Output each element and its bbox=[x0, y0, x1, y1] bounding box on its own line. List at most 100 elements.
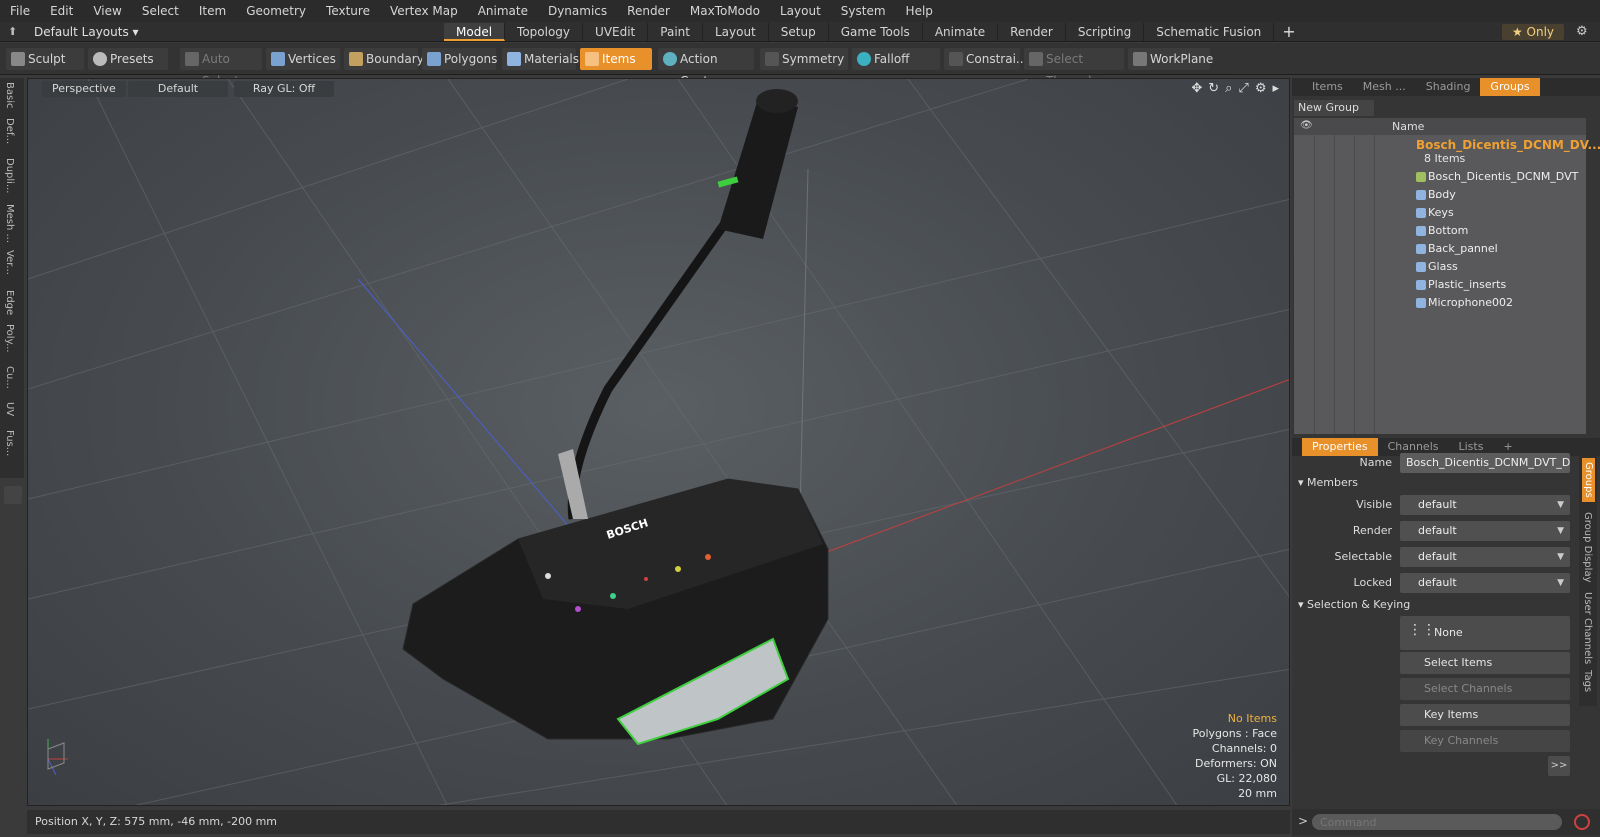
left-tab-basic[interactable]: Basic bbox=[4, 82, 15, 108]
select-items-button[interactable]: Select Items bbox=[1400, 652, 1570, 674]
layout-preset-dropdown[interactable]: Default Layouts ▾ bbox=[34, 24, 139, 40]
menu-animate[interactable]: Animate bbox=[468, 0, 538, 22]
menu-view[interactable]: View bbox=[83, 0, 131, 22]
select-through-button[interactable]: Select Through bbox=[1024, 48, 1124, 88]
move-view-icon[interactable]: ✥ bbox=[1191, 81, 1202, 96]
visible-dropdown[interactable]: default ▼ bbox=[1400, 495, 1570, 515]
record-icon[interactable] bbox=[1574, 814, 1590, 830]
tree-item[interactable]: Keys bbox=[1294, 204, 1586, 222]
symmetry-button[interactable]: Symmetry bbox=[760, 48, 848, 70]
key-items-button[interactable]: Key Items bbox=[1400, 704, 1570, 726]
left-tab-mesh[interactable]: Mesh ... bbox=[4, 204, 15, 243]
select-channels-button[interactable]: Select Channels bbox=[1400, 678, 1570, 700]
workplane-button[interactable]: WorkPlane bbox=[1128, 48, 1213, 70]
boundary-button[interactable]: Boundary bbox=[344, 48, 424, 70]
shading-dropdown[interactable]: Default bbox=[128, 81, 228, 97]
menu-edit[interactable]: Edit bbox=[40, 0, 83, 22]
tree-item[interactable]: Body bbox=[1294, 186, 1586, 204]
tab-topology[interactable]: Topology bbox=[505, 23, 584, 41]
tree-item[interactable]: Bosch_Dicentis_DCNM_DVT ... bbox=[1294, 168, 1586, 201]
side-tab-user-channels[interactable]: User Channels bbox=[1582, 592, 1593, 664]
action-center-button[interactable]: Action Center bbox=[658, 48, 754, 88]
left-tab-vertex[interactable]: Ver... bbox=[4, 250, 15, 275]
polygons-button[interactable]: Polygons bbox=[422, 48, 497, 70]
side-tab-tags[interactable]: Tags bbox=[1582, 670, 1593, 692]
menu-texture[interactable]: Texture bbox=[316, 0, 380, 22]
left-panel-toggle[interactable] bbox=[4, 486, 22, 504]
left-tab-polygon[interactable]: Poly... bbox=[4, 324, 15, 353]
side-tab-group-display[interactable]: Group Display bbox=[1582, 512, 1593, 582]
tree-item[interactable]: Back_pannel bbox=[1294, 240, 1586, 258]
home-icon[interactable]: ⬆ bbox=[8, 25, 22, 39]
new-group-button[interactable]: New Group bbox=[1294, 100, 1374, 116]
tree-item[interactable]: Plastic_inserts bbox=[1294, 276, 1586, 294]
selectable-dropdown[interactable]: default ▼ bbox=[1400, 547, 1570, 567]
menu-help[interactable]: Help bbox=[896, 0, 943, 22]
locked-dropdown[interactable]: default ▼ bbox=[1400, 573, 1570, 593]
menu-file[interactable]: File bbox=[0, 0, 40, 22]
tab-paint[interactable]: Paint bbox=[648, 23, 703, 41]
viewport-more-icon[interactable]: ▸ bbox=[1272, 81, 1279, 96]
only-button[interactable]: ★ Only bbox=[1502, 24, 1564, 40]
items-button[interactable]: Items bbox=[580, 48, 652, 70]
side-tab-groups[interactable]: Groups bbox=[1582, 458, 1595, 502]
menu-item[interactable]: Item bbox=[189, 0, 236, 22]
tab-uvedit[interactable]: UVEdit bbox=[583, 23, 649, 41]
left-tab-duplicate[interactable]: Dupli... bbox=[4, 158, 15, 193]
menu-render[interactable]: Render bbox=[617, 0, 680, 22]
tab-groups[interactable]: Groups bbox=[1480, 78, 1540, 96]
left-tab-fusion[interactable]: Fus... bbox=[4, 430, 15, 456]
constraints-button[interactable]: Constrai... bbox=[944, 48, 1027, 70]
visibility-icon[interactable]: 👁 bbox=[1300, 120, 1313, 131]
tab-layout[interactable]: Layout bbox=[703, 23, 769, 41]
left-tab-deform[interactable]: Def... bbox=[4, 118, 15, 144]
left-tab-uv[interactable]: UV bbox=[4, 402, 15, 416]
none-selection-button[interactable]: ⋮⋮ None bbox=[1400, 616, 1570, 650]
left-tab-curve[interactable]: Cu... bbox=[4, 366, 15, 389]
menu-vertex-map[interactable]: Vertex Map bbox=[380, 0, 468, 22]
3d-viewport[interactable]: BOSCH Perspective Default Ray GL: Off ✥ bbox=[27, 78, 1290, 806]
rotate-view-icon[interactable]: ↻ bbox=[1208, 81, 1219, 96]
name-field[interactable]: Bosch_Dicentis_DCNM_DVT_Discu bbox=[1400, 453, 1570, 473]
falloff-button[interactable]: Falloff bbox=[852, 48, 940, 70]
name-column-header[interactable]: Name bbox=[1392, 120, 1424, 133]
key-channels-button[interactable]: Key Channels bbox=[1400, 730, 1570, 752]
tab-animate[interactable]: Animate bbox=[923, 23, 999, 41]
materials-button[interactable]: Materials bbox=[502, 48, 579, 70]
tree-item[interactable]: Glass bbox=[1294, 258, 1586, 276]
command-input[interactable] bbox=[1312, 814, 1562, 830]
presets-button[interactable]: Presets bbox=[88, 48, 168, 70]
fit-view-icon[interactable]: ⤢ bbox=[1238, 81, 1248, 96]
tab-scripting[interactable]: Scripting bbox=[1066, 23, 1145, 41]
tab-schematic-fusion[interactable]: Schematic Fusion bbox=[1144, 23, 1275, 41]
selection-keying-section[interactable]: ▾ Selection & Keying bbox=[1298, 598, 1410, 611]
menu-system[interactable]: System bbox=[831, 0, 896, 22]
tab-render[interactable]: Render bbox=[998, 23, 1066, 41]
tab-game-tools[interactable]: Game Tools bbox=[829, 23, 923, 41]
raygl-toggle[interactable]: Ray GL: Off bbox=[234, 81, 334, 97]
menu-dynamics[interactable]: Dynamics bbox=[538, 0, 617, 22]
tab-shading[interactable]: Shading bbox=[1416, 78, 1481, 96]
gear-icon[interactable]: ⚙ bbox=[1576, 24, 1588, 39]
tab-items[interactable]: Items bbox=[1302, 78, 1353, 96]
menu-select[interactable]: Select bbox=[132, 0, 189, 22]
sculpt-button[interactable]: Sculpt bbox=[6, 48, 84, 70]
auto-select-button[interactable]: Auto Select bbox=[180, 48, 262, 88]
viewport-settings-icon[interactable]: ⚙ bbox=[1255, 81, 1267, 96]
tree-item[interactable]: Bottom bbox=[1294, 222, 1586, 240]
left-tab-edge[interactable]: Edge bbox=[4, 290, 15, 315]
tab-model[interactable]: Model bbox=[444, 23, 506, 41]
tab-mesh[interactable]: Mesh ... bbox=[1353, 78, 1416, 96]
add-tab-icon[interactable]: + bbox=[1274, 23, 1303, 41]
zoom-view-icon[interactable]: ⌕ bbox=[1225, 81, 1232, 96]
vertices-button[interactable]: Vertices bbox=[266, 48, 340, 70]
tab-setup[interactable]: Setup bbox=[769, 23, 829, 41]
render-dropdown[interactable]: default ▼ bbox=[1400, 521, 1570, 541]
members-section[interactable]: ▾ Members bbox=[1298, 476, 1358, 489]
menu-maxtomodo[interactable]: MaxToModo bbox=[680, 0, 770, 22]
menu-layout[interactable]: Layout bbox=[770, 0, 831, 22]
tree-item[interactable]: Microphone002 bbox=[1294, 294, 1586, 312]
menu-geometry[interactable]: Geometry bbox=[236, 0, 316, 22]
view-mode-dropdown[interactable]: Perspective bbox=[42, 81, 126, 97]
more-button[interactable]: >> bbox=[1548, 756, 1570, 776]
